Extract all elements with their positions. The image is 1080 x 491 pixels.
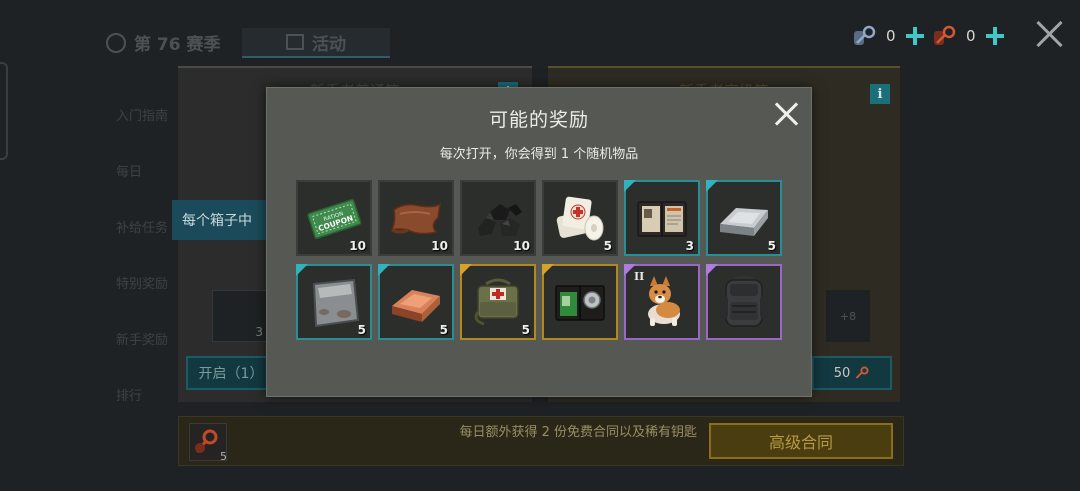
reward-slot-police-badge-wallet[interactable] <box>542 264 618 340</box>
add-rare-key-button[interactable] <box>986 27 1004 45</box>
side-menu-item[interactable]: 新手奖励 <box>104 310 174 366</box>
tactical-backpack-icon <box>720 275 768 327</box>
reward-slot-tactical-backpack[interactable] <box>706 264 782 340</box>
tab-event[interactable]: 活动 <box>242 28 390 58</box>
tab-event-label: 活动 <box>312 34 346 55</box>
rare-key-count: 0 <box>966 27 976 45</box>
tab-season-label: 第 76 赛季 <box>134 35 221 55</box>
side-menu-item[interactable]: 排行 <box>104 366 174 422</box>
reward-slot-document-folder[interactable]: 3 <box>624 180 700 256</box>
document-folder-icon <box>637 201 687 237</box>
reward-slot-leather[interactable]: 10 <box>378 180 454 256</box>
calendar-icon <box>286 34 304 50</box>
box-preview-item: 3 <box>212 290 268 342</box>
police-badge-wallet-icon <box>555 285 605 321</box>
dialog-title: 可能的奖励 <box>488 109 589 131</box>
open-cost: 50 <box>833 365 851 381</box>
rare-key-icon <box>934 25 956 45</box>
key-quantity: 5 <box>220 450 227 463</box>
reward-quantity: 5 <box>357 323 366 337</box>
reward-quantity: 5 <box>603 239 612 253</box>
side-drawer-handle[interactable] <box>0 62 8 160</box>
info-icon[interactable]: i <box>870 84 890 104</box>
corgi-pet-icon <box>648 276 680 326</box>
reward-quantity: 3 <box>685 239 694 253</box>
side-menu-item[interactable]: 入门指南 <box>104 86 174 142</box>
reward-slot-medical-bag[interactable]: 5 <box>460 264 536 340</box>
close-screen-button[interactable] <box>1036 20 1064 48</box>
reward-quantity: 5 <box>521 323 530 337</box>
reward-grid: RATION COUPON 10 10 10 5 3 5 5 5 5 II <box>296 180 782 340</box>
iron-ingot-icon <box>720 208 768 236</box>
reward-slot-coal[interactable]: 10 <box>460 180 536 256</box>
side-menu-item[interactable]: 每日 <box>104 142 174 198</box>
reward-quantity: 10 <box>513 239 530 253</box>
item-quantity: 3 <box>255 325 263 339</box>
reward-slot-corgi-pet[interactable]: II <box>624 264 700 340</box>
open-common-box-button[interactable]: 开启（1） <box>186 356 276 390</box>
tab-season[interactable]: 第 76 赛季 <box>106 30 221 55</box>
premium-contract-description: 每日额外获得 2 份免费合同以及稀有钥匙 <box>459 425 697 440</box>
reward-slot-ration-coupon[interactable]: RATION COUPON 10 <box>296 180 372 256</box>
bandage-icon <box>556 196 604 241</box>
reward-slot-bandage[interactable]: 5 <box>542 180 618 256</box>
premium-contract-bar: 5 每日额外获得 2 份免费合同以及稀有钥匙 高级合同 <box>178 416 904 466</box>
possible-rewards-dialog: 可能的奖励 每次打开，你会得到 1 个随机物品 RATION COUPON 10 <box>266 87 812 397</box>
season-icon <box>106 32 126 53</box>
common-key-icon <box>854 25 876 45</box>
reward-quantity: 10 <box>431 239 448 253</box>
reward-quantity: 5 <box>767 239 776 253</box>
reward-quantity: 10 <box>349 239 366 253</box>
open-premium-box-button[interactable]: 50 <box>812 356 892 390</box>
reward-slot-iron-ingot[interactable]: 5 <box>706 180 782 256</box>
rare-key-slot: 5 <box>189 423 227 463</box>
medical-bag-icon <box>474 278 519 326</box>
side-menu: 入门指南 每日 补给任务 特别奖励 新手奖励 排行 <box>104 86 174 422</box>
copper-ingot-icon <box>392 290 440 322</box>
reward-quantity: 5 <box>439 323 448 337</box>
rare-key-icon <box>856 366 869 379</box>
common-key-count: 0 <box>886 27 896 45</box>
per-box-label: 每个箱子中 <box>172 200 266 240</box>
close-dialog-button[interactable] <box>775 102 799 126</box>
side-menu-item[interactable]: 补给任务 <box>104 198 174 254</box>
reward-slot-copper-ingot[interactable]: 5 <box>378 264 454 340</box>
dialog-subtitle: 每次打开，你会得到 1 个随机物品 <box>439 147 639 162</box>
more-items-indicator: +8 <box>826 290 870 342</box>
steel-plate-icon <box>312 278 360 328</box>
reward-slot-steel-plate[interactable]: 5 <box>296 264 372 340</box>
rare-key-counter: 0 <box>932 24 1004 48</box>
premium-contract-button[interactable]: 高级合同 <box>709 423 893 459</box>
add-common-key-button[interactable] <box>906 27 924 45</box>
common-key-counter: 0 <box>852 24 924 48</box>
side-menu-item[interactable]: 特别奖励 <box>104 254 174 310</box>
